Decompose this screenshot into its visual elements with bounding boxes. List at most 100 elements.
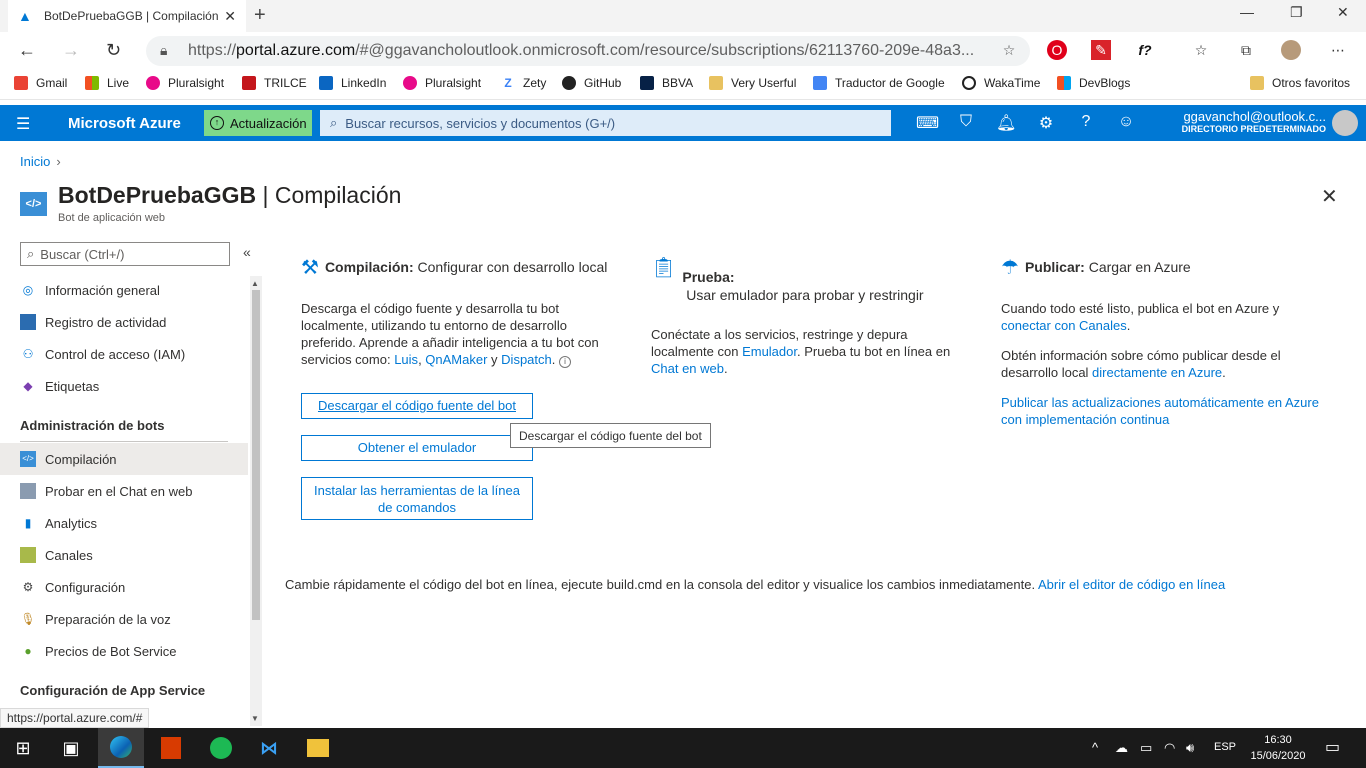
pdf-extension-icon[interactable]: ✎	[1091, 40, 1111, 60]
notifications-bell-icon[interactable]: 🔔︎	[996, 113, 1016, 133]
user-avatar[interactable]	[1332, 110, 1358, 136]
sidebar-item-overview[interactable]: ◎ Información general	[0, 274, 248, 306]
system-clock[interactable]: 16:30 15/06/2020	[1248, 732, 1308, 764]
bookmark-pluralsight[interactable]: Pluralsight	[146, 76, 224, 90]
sidebar-item-channels[interactable]: Canales	[0, 539, 248, 571]
input-language[interactable]: ESP	[1214, 741, 1236, 753]
sidebar-search-input[interactable]: ⌕ Buscar (Ctrl+/)	[20, 242, 230, 266]
more-menu-icon[interactable]: ⋯	[1328, 40, 1348, 60]
sidebar-item-label: Preparación de la voz	[45, 611, 171, 627]
bookmark-wakatime[interactable]: WakaTime	[962, 76, 1040, 90]
bookmark-live[interactable]: Live	[85, 76, 129, 90]
sidebar-item-speech[interactable]: 🎙︎ Preparación de la voz	[0, 603, 248, 635]
connect-channels-link[interactable]: conectar con Canales	[1001, 318, 1127, 333]
luis-link[interactable]: Luis	[394, 352, 418, 367]
sidebar-item-label: Configuración	[45, 579, 126, 595]
global-search-input[interactable]: ⌕ Buscar recursos, servicios y documentos…	[320, 110, 891, 136]
bookmark-gmail[interactable]: Gmail	[14, 76, 67, 90]
bookmark-trilce[interactable]: TRILCE	[242, 76, 307, 90]
bookmark-github[interactable]: GitHub	[562, 76, 621, 90]
opera-adblock-icon[interactable]: O	[1047, 40, 1067, 60]
account-info[interactable]: ggavanchol@outlook.c... DIRECTORIO PREDE…	[1182, 109, 1326, 134]
sidebar-item-webchat[interactable]: Probar en el Chat en web	[0, 475, 248, 507]
volume-icon[interactable]: 🔊︎	[1186, 740, 1194, 756]
favorite-star-icon[interactable]: ☆	[999, 40, 1019, 60]
bookmark-very-userful[interactable]: Very Userful	[709, 76, 796, 90]
continuous-deployment-link[interactable]: Publicar las actualizaciones automáticam…	[1001, 394, 1321, 428]
scroll-up-icon[interactable]: ▲	[251, 279, 259, 288]
install-cli-button[interactable]: Instalar las herramientas de la línea de…	[301, 477, 533, 520]
qnamaker-link[interactable]: QnAMaker	[425, 352, 487, 367]
forward-icon[interactable]: →	[62, 40, 80, 61]
other-favorites[interactable]: Otros favoritos	[1250, 76, 1350, 90]
bookmark-bbva[interactable]: BBVA	[640, 76, 693, 90]
browser-tab[interactable]: ▲ BotDePruebaGGB | Compilación ✕	[8, 0, 246, 32]
spotify-icon[interactable]	[198, 728, 244, 768]
restore-button[interactable]: ❐	[1290, 4, 1303, 21]
office-icon[interactable]	[148, 728, 194, 768]
bookmark-traductor[interactable]: Traductor de Google	[813, 76, 945, 90]
close-tab-icon[interactable]: ✕	[224, 8, 236, 25]
sidebar-item-analytics[interactable]: ▮ Analytics	[0, 507, 248, 539]
sidebar-item-iam[interactable]: ⚇ Control de acceso (IAM)	[0, 338, 248, 370]
update-button[interactable]: ↑ Actualización	[204, 110, 312, 136]
dispatch-link[interactable]: Dispatch	[501, 352, 552, 367]
bookmark-linkedin[interactable]: LinkedIn	[319, 76, 386, 90]
test-description: Conéctate a los servicios, restringe y d…	[651, 326, 971, 377]
sidebar-item-label: Registro de actividad	[45, 314, 167, 330]
bookmark-pluralsight-2[interactable]: Pluralsight	[403, 76, 481, 90]
publish-heading-rest: Cargar en Azure	[1084, 259, 1191, 275]
sidebar-item-build[interactable]: </> Compilación	[0, 443, 248, 475]
collections-icon[interactable]: ⧉	[1236, 40, 1256, 60]
battery-icon[interactable]: ▭	[1140, 740, 1152, 756]
onedrive-cloud-icon[interactable]: ☁	[1115, 740, 1128, 756]
info-icon[interactable]: i	[559, 356, 571, 368]
bookmark-devblogs[interactable]: DevBlogs	[1057, 76, 1130, 90]
task-view-icon[interactable]: ▣	[48, 728, 94, 768]
bookmark-zety[interactable]: Z Zety	[501, 76, 546, 90]
directory-filter-icon[interactable]: ⛉	[956, 113, 976, 131]
file-explorer-icon[interactable]	[295, 728, 341, 768]
download-source-button[interactable]: Descargar el código fuente del bot	[301, 393, 533, 419]
test-clipboard-icon: 📋︎	[651, 257, 677, 279]
period-text: .	[1222, 365, 1226, 380]
edge-browser-icon[interactable]	[98, 728, 144, 768]
sidebar-item-settings[interactable]: ⚙ Configuración	[0, 571, 248, 603]
settings-gear-icon[interactable]: ⚙	[1036, 113, 1056, 133]
cloud-shell-icon[interactable]: ⌨	[916, 113, 939, 133]
feedback-smiley-icon[interactable]: ☺	[1116, 113, 1136, 131]
breadcrumb-home-link[interactable]: Inicio	[20, 154, 50, 169]
azure-brand[interactable]: Microsoft Azure	[68, 115, 181, 132]
font-extension-icon[interactable]: f?	[1135, 40, 1155, 60]
online-editor-link[interactable]: Abrir el editor de código en línea	[1038, 577, 1225, 592]
publish-direct-link[interactable]: directamente en Azure	[1092, 365, 1222, 380]
tray-chevron-icon[interactable]: ^	[1092, 740, 1098, 755]
sidebar-scroll-thumb[interactable]	[252, 290, 260, 620]
close-window-button[interactable]: ✕	[1337, 4, 1349, 21]
refresh-icon[interactable]: ↻	[106, 40, 121, 61]
notifications-icon[interactable]: ▭	[1325, 737, 1340, 757]
sidebar-item-activity-log[interactable]: Registro de actividad	[0, 306, 248, 338]
minimize-button[interactable]: —	[1240, 4, 1254, 20]
favorites-list-icon[interactable]: ☆	[1191, 40, 1211, 60]
test-section: 📋︎ Prueba: Usar emulador para probar y r…	[651, 258, 971, 377]
url-field[interactable]: 🔒︎ https://portal.azure.com/#@ggavanchol…	[146, 36, 1030, 66]
windows-start-icon[interactable]: ⊞	[0, 728, 46, 768]
scroll-down-icon[interactable]: ▼	[251, 714, 259, 723]
wakatime-icon	[962, 76, 976, 90]
emulator-link[interactable]: Emulador	[742, 344, 797, 359]
sidebar-item-pricing[interactable]: ● Precios de Bot Service	[0, 635, 248, 667]
vscode-icon[interactable]: ⋈	[246, 728, 292, 768]
sidebar-item-tags[interactable]: ◆ Etiquetas	[0, 370, 248, 402]
help-icon[interactable]: ?	[1076, 113, 1096, 131]
profile-avatar[interactable]	[1281, 40, 1301, 60]
get-emulator-button[interactable]: Obtener el emulador	[301, 435, 533, 461]
new-tab-button[interactable]: +	[254, 4, 266, 27]
webchat-link[interactable]: Chat en web	[651, 361, 724, 376]
portal-menu-icon[interactable]: ☰	[16, 114, 30, 134]
close-blade-icon[interactable]: ✕	[1321, 184, 1338, 209]
wifi-icon[interactable]: ◠	[1164, 740, 1175, 756]
back-icon[interactable]: ←	[18, 40, 36, 61]
collapse-sidebar-icon[interactable]: «	[243, 244, 251, 260]
bookmark-label: TRILCE	[264, 76, 307, 90]
